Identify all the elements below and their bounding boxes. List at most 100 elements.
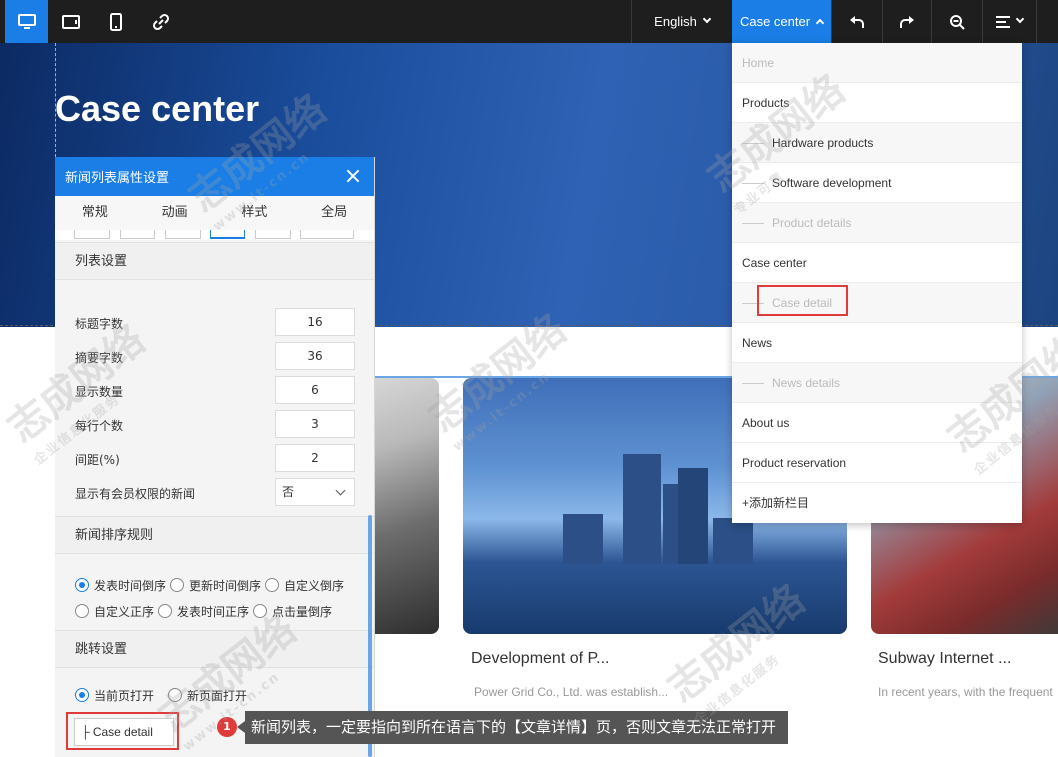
- display-count-input[interactable]: 6: [275, 376, 355, 404]
- radio-label: 自定义倒序: [284, 578, 345, 593]
- spacing-input[interactable]: 2: [275, 444, 355, 472]
- per-row-input[interactable]: 3: [275, 410, 355, 438]
- sort-option[interactable]: 点击量倒序: [253, 603, 332, 620]
- menu-item-product-reservation[interactable]: Product reservation: [732, 443, 1022, 483]
- sort-options-row: 自定义正序 发表时间正序 点击量倒序: [75, 603, 336, 619]
- menu-item-products[interactable]: Products: [732, 83, 1022, 123]
- member-news-select[interactable]: 否: [275, 478, 355, 506]
- card-summary: In recent years, with the frequent: [878, 685, 1053, 699]
- jump-option[interactable]: 当前页打开: [75, 687, 154, 704]
- menu-item-home[interactable]: Home: [732, 43, 1022, 83]
- field-label: 标题字数: [75, 317, 124, 331]
- menu-icon: [995, 15, 1010, 28]
- list-settings-header: 列表设置: [55, 242, 374, 280]
- chevron-up-icon: [815, 18, 825, 27]
- summary-length-input[interactable]: 36: [275, 342, 355, 370]
- link-icon: [152, 13, 169, 30]
- desktop-view-button[interactable]: [5, 0, 48, 43]
- radio-label: 自定义正序: [94, 604, 155, 619]
- menu-item-label: News details: [772, 376, 841, 390]
- zoom-out-button[interactable]: [932, 0, 982, 43]
- language-dropdown[interactable]: English: [632, 0, 732, 43]
- card-title[interactable]: Subway Internet ...: [878, 650, 1011, 668]
- close-icon[interactable]: [346, 169, 360, 183]
- menu-item-about-us[interactable]: About us: [732, 403, 1022, 443]
- menu-item-software-development[interactable]: Software development: [732, 163, 1022, 203]
- highlight-box: [757, 285, 848, 316]
- skyline-building: [623, 454, 661, 564]
- sort-option[interactable]: 自定义倒序: [265, 577, 344, 594]
- tree-line: [742, 183, 764, 184]
- card-title[interactable]: Development of P...: [471, 650, 609, 668]
- sort-options-row: 发表时间倒序 更新时间倒序 自定义倒序: [75, 577, 348, 593]
- tree-line: [742, 383, 764, 384]
- radio-label: 发表时间倒序: [94, 578, 167, 593]
- add-menu-item-button[interactable]: +添加新栏目: [732, 483, 1022, 523]
- jump-option[interactable]: 新页面打开: [168, 687, 247, 704]
- select-value: 否: [282, 485, 295, 499]
- sort-option[interactable]: 更新时间倒序: [170, 577, 261, 594]
- menu-button[interactable]: [983, 0, 1035, 43]
- tab-style[interactable]: 样式: [215, 196, 295, 230]
- highlight-box: [66, 712, 179, 750]
- menu-item-case-center[interactable]: Case center: [732, 243, 1022, 283]
- layout-style-option[interactable]: [210, 230, 245, 239]
- display-count-field: 显示数量 6: [75, 376, 355, 404]
- radio-icon: [168, 688, 183, 702]
- skyline-building: [563, 514, 603, 564]
- radio-icon: [170, 578, 185, 592]
- zoom-out-icon: [950, 14, 965, 30]
- field-label: 显示数量: [75, 385, 124, 399]
- menu-item-product-details[interactable]: Product details: [732, 203, 1022, 243]
- radio-icon: [265, 578, 280, 592]
- sort-option[interactable]: 发表时间正序: [158, 603, 249, 620]
- radio-checked-icon: [75, 578, 89, 592]
- link-button[interactable]: [138, 0, 183, 43]
- title-length-field: 标题字数 16: [75, 308, 355, 336]
- page-dropdown[interactable]: Case center: [732, 0, 831, 43]
- menu-item-label: Product details: [772, 216, 852, 230]
- tab-global[interactable]: 全局: [294, 196, 374, 230]
- menu-item-label: Hardware products: [772, 136, 874, 150]
- skyline-building: [678, 468, 708, 564]
- menu-item-news-details[interactable]: News details: [732, 363, 1022, 403]
- radio-icon: [158, 604, 173, 618]
- field-label: 摘要字数: [75, 351, 124, 365]
- layout-style-option[interactable]: [255, 230, 291, 239]
- per-row-field: 每行个数 3: [75, 410, 355, 438]
- annotation-tooltip: 新闻列表，一定要指向到所在语言下的【文章详情】页，否则文章无法正常打开: [245, 711, 789, 744]
- current-page-label: Case center: [739, 14, 811, 29]
- radio-label: 新页面打开: [187, 688, 248, 703]
- layout-style-option[interactable]: [120, 230, 155, 239]
- menu-item-hardware-products[interactable]: Hardware products: [732, 123, 1022, 163]
- menu-item-news[interactable]: News: [732, 323, 1022, 363]
- mobile-icon: [109, 12, 122, 31]
- card-summary: Power Grid Co., Ltd. was establish...: [474, 685, 669, 699]
- title-length-input[interactable]: 16: [275, 308, 355, 336]
- layout-style-option[interactable]: [300, 230, 354, 239]
- radio-label: 更新时间倒序: [189, 578, 262, 593]
- mobile-view-button[interactable]: [93, 0, 138, 43]
- sort-option[interactable]: 自定义正序: [75, 603, 154, 620]
- desktop-icon: [17, 13, 36, 29]
- radio-icon: [75, 604, 89, 618]
- tablet-view-button[interactable]: [48, 0, 93, 43]
- step-badge: 1: [217, 717, 237, 737]
- layout-style-option[interactable]: [74, 230, 110, 239]
- jump-options-row: 当前页打开 新页面打开: [75, 687, 251, 703]
- spacing-field: 间距(%) 2: [75, 444, 355, 472]
- sort-option[interactable]: 发表时间倒序: [75, 577, 166, 594]
- undo-icon: [850, 15, 864, 28]
- redo-icon: [900, 15, 914, 28]
- chevron-down-icon: [702, 14, 712, 23]
- summary-length-field: 摘要字数 36: [75, 342, 355, 370]
- tab-animation[interactable]: 动画: [135, 196, 215, 230]
- panel-title: 新闻列表属性设置: [65, 171, 170, 186]
- redo-button[interactable]: [883, 0, 931, 43]
- field-label: 间距(%): [75, 453, 120, 467]
- page-title: Case center: [55, 88, 260, 129]
- layout-style-option[interactable]: [165, 230, 201, 239]
- tab-general[interactable]: 常规: [55, 196, 135, 230]
- undo-button[interactable]: [832, 0, 882, 43]
- page-dropdown-menu: Home Products Hardware products Software…: [732, 43, 1022, 523]
